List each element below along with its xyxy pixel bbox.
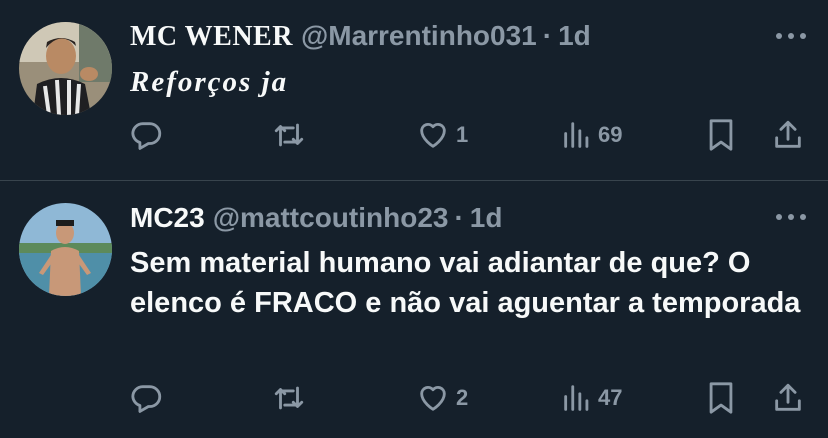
like-button[interactable]: 2 bbox=[416, 378, 468, 418]
tweet-text: Sem material humano vai adiantar de que?… bbox=[130, 247, 801, 319]
dot-3 bbox=[800, 214, 806, 220]
separator-dot: · bbox=[454, 202, 464, 233]
heart-icon bbox=[416, 381, 450, 415]
retweet-button[interactable] bbox=[272, 378, 312, 418]
display-name[interactable]: MC WENER bbox=[130, 21, 293, 53]
like-count: 1 bbox=[456, 122, 469, 147]
tweet[interactable]: MC WENER @Marrentinho031 · 1d Reforços j… bbox=[0, 0, 828, 180]
action-bar: 2 47 bbox=[130, 378, 808, 418]
tweet-header: MC WENER @Marrentinho031 · 1d bbox=[130, 20, 591, 53]
like-button[interactable]: 1 bbox=[416, 115, 468, 155]
view-count: 69 bbox=[598, 122, 623, 147]
timestamp[interactable]: 1d bbox=[470, 202, 503, 234]
dot-1 bbox=[776, 214, 782, 220]
avatar[interactable] bbox=[19, 22, 112, 115]
bookmark-icon bbox=[706, 381, 736, 415]
more-icon[interactable] bbox=[776, 211, 806, 223]
action-bar: 1 69 bbox=[130, 115, 808, 155]
reply-button[interactable] bbox=[130, 115, 170, 155]
display-name[interactable]: MC23 bbox=[130, 202, 205, 234]
views-icon bbox=[562, 118, 592, 152]
reply-icon bbox=[130, 118, 164, 152]
tweet-header: MC23 @mattcoutinho23 · 1d bbox=[130, 202, 502, 234]
bookmark-icon bbox=[706, 118, 736, 152]
share-button[interactable] bbox=[771, 378, 805, 418]
share-icon bbox=[771, 381, 805, 415]
separator-dot: · bbox=[542, 20, 553, 51]
tweet-text: Reforços ja bbox=[130, 66, 289, 98]
views-button[interactable]: 47 bbox=[562, 378, 622, 418]
tweet[interactable]: MC23 @mattcoutinho23 · 1d Sem material h… bbox=[0, 181, 828, 438]
dot-3 bbox=[800, 33, 806, 39]
avatar[interactable] bbox=[19, 203, 112, 296]
views-icon bbox=[562, 381, 592, 415]
timestamp[interactable]: 1d bbox=[558, 20, 591, 52]
user-handle[interactable]: @Marrentinho031 bbox=[301, 20, 537, 52]
more-icon[interactable] bbox=[776, 30, 806, 42]
bookmark-button[interactable] bbox=[706, 378, 736, 418]
reply-icon bbox=[130, 381, 164, 415]
view-count: 47 bbox=[598, 385, 623, 410]
views-button[interactable]: 69 bbox=[562, 115, 622, 155]
share-icon bbox=[771, 118, 805, 152]
heart-icon bbox=[416, 118, 450, 152]
share-button[interactable] bbox=[771, 115, 805, 155]
dot-1 bbox=[776, 33, 782, 39]
like-count: 2 bbox=[456, 385, 469, 410]
dot-2 bbox=[788, 214, 794, 220]
dot-2 bbox=[788, 33, 794, 39]
reply-button[interactable] bbox=[130, 378, 170, 418]
bookmark-button[interactable] bbox=[706, 115, 736, 155]
retweet-icon bbox=[272, 118, 306, 152]
timeline: MC WENER @Marrentinho031 · 1d Reforços j… bbox=[0, 0, 828, 438]
retweet-icon bbox=[272, 381, 306, 415]
user-handle[interactable]: @mattcoutinho23 bbox=[213, 202, 449, 234]
retweet-button[interactable] bbox=[272, 115, 312, 155]
